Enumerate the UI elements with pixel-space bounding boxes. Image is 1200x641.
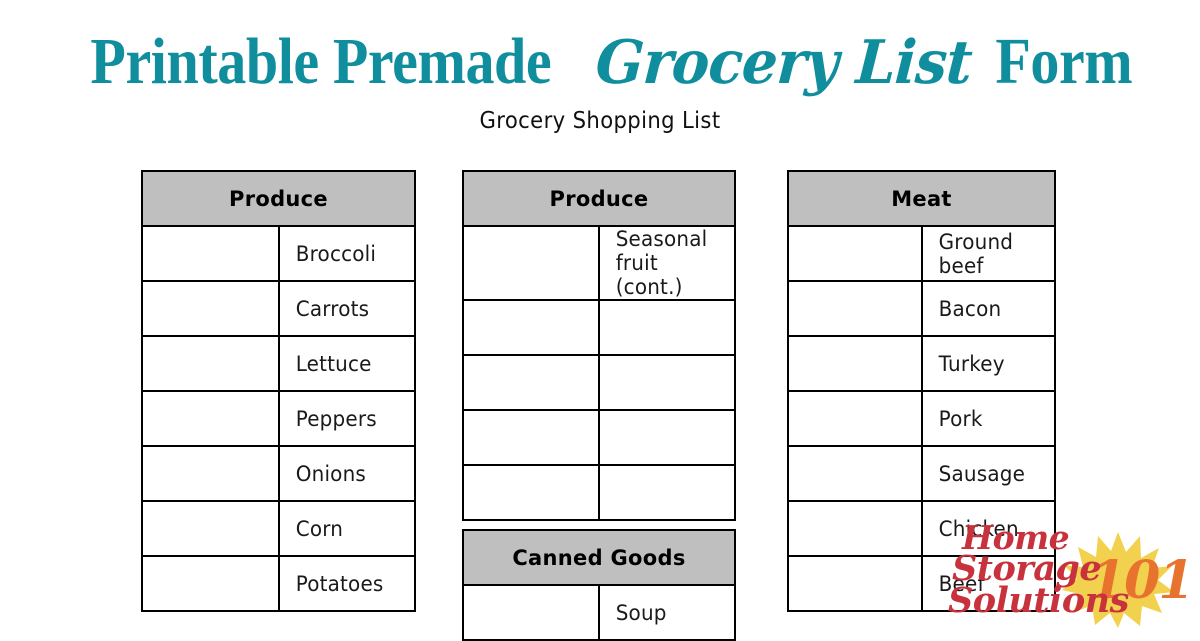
item-name-cell[interactable] [601, 464, 733, 521]
grocery-section-table: Canned Goods Soup [462, 529, 736, 641]
grocery-row: Bacon [787, 280, 1055, 337]
grocery-row: Ground beef [787, 225, 1055, 282]
item-checkbox-cell[interactable] [141, 445, 280, 502]
item-checkbox-cell[interactable] [141, 280, 280, 337]
item-name-cell[interactable] [601, 299, 733, 356]
section-header: Produce [141, 170, 416, 227]
item-name-cell[interactable]: Lettuce [280, 335, 413, 392]
item-checkbox-cell[interactable] [462, 354, 600, 411]
item-checkbox-cell[interactable] [462, 464, 600, 521]
grocery-row: Pork [787, 390, 1055, 447]
item-checkbox-cell[interactable] [787, 555, 923, 612]
page-title-script: Grocery List [594, 28, 975, 99]
page-title: Printable Premade Grocery List Form [0, 25, 1200, 99]
sunburst-icon [1062, 532, 1174, 628]
item-name-cell[interactable]: Corn [280, 500, 413, 557]
grocery-row: Soup [462, 584, 735, 641]
grocery-column-3: Meat Ground beef Bacon Turkey Pork Sausage Chi… [787, 170, 1056, 612]
grocery-row: Onions [141, 445, 415, 502]
item-checkbox-cell[interactable] [462, 584, 600, 641]
item-name-cell[interactable]: Beef [923, 555, 1053, 612]
item-checkbox-cell[interactable] [787, 500, 923, 557]
grocery-row: Seasonal fruit (cont.) [462, 225, 735, 301]
item-name-cell[interactable]: Peppers [280, 390, 413, 447]
item-checkbox-cell[interactable] [462, 299, 600, 356]
section-header: Meat [787, 170, 1056, 227]
grocery-section-table: Meat Ground beef Bacon Turkey Pork Sausage Chi… [787, 170, 1056, 612]
item-name-cell[interactable]: Onions [280, 445, 413, 502]
item-checkbox-cell[interactable] [141, 390, 280, 447]
grocery-column-2: Produce Seasonal fruit (cont.) Canned Good… [462, 170, 736, 641]
item-name-cell[interactable]: Sausage [923, 445, 1053, 502]
item-checkbox-cell[interactable] [141, 225, 280, 282]
grocery-row [462, 464, 735, 521]
page-title-prefix: Printable Premade [90, 25, 551, 99]
grocery-row [462, 354, 735, 411]
grocery-row: Chicken [787, 500, 1055, 557]
item-checkbox-cell[interactable] [141, 500, 280, 557]
item-name-cell[interactable] [601, 409, 733, 466]
item-checkbox-cell[interactable] [787, 445, 923, 502]
item-checkbox-cell[interactable] [141, 335, 280, 392]
item-name-cell[interactable]: Broccoli [280, 225, 413, 282]
grocery-section-table: Produce Broccoli Carrots Lettuce Peppers Onio… [141, 170, 416, 612]
item-name-cell[interactable]: Chicken [923, 500, 1053, 557]
item-name-cell[interactable]: Bacon [923, 280, 1053, 337]
item-checkbox-cell[interactable] [462, 409, 600, 466]
item-name-cell[interactable]: Pork [923, 390, 1053, 447]
item-checkbox-cell[interactable] [462, 225, 600, 301]
grocery-row [462, 299, 735, 356]
grocery-row: Corn [141, 500, 415, 557]
item-name-cell[interactable]: Seasonal fruit (cont.) [601, 225, 733, 301]
grocery-column-1: Produce Broccoli Carrots Lettuce Peppers Onio… [141, 170, 416, 612]
item-name-cell[interactable] [601, 354, 733, 411]
grocery-row: Sausage [787, 445, 1055, 502]
section-header: Produce [462, 170, 736, 227]
section-header: Canned Goods [462, 529, 736, 586]
form-subtitle: Grocery Shopping List [479, 108, 721, 134]
grocery-row: Potatoes [141, 555, 415, 612]
grocery-row: Lettuce [141, 335, 415, 392]
item-checkbox-cell[interactable] [787, 225, 923, 282]
item-name-cell[interactable]: Ground beef [923, 225, 1053, 282]
logo-101-badge: 101 [1090, 550, 1195, 611]
grocery-row: Carrots [141, 280, 415, 337]
grocery-row: Beef [787, 555, 1055, 612]
item-checkbox-cell[interactable] [787, 280, 923, 337]
grocery-row: Turkey [787, 335, 1055, 392]
item-name-cell[interactable]: Turkey [923, 335, 1053, 392]
grocery-row: Broccoli [141, 225, 415, 282]
item-name-cell[interactable]: Soup [601, 584, 733, 641]
item-checkbox-cell[interactable] [787, 390, 923, 447]
grocery-section-table: Produce Seasonal fruit (cont.) [462, 170, 736, 521]
item-checkbox-cell[interactable] [141, 555, 280, 612]
item-checkbox-cell[interactable] [787, 335, 923, 392]
grocery-row [462, 409, 735, 466]
grocery-row: Peppers [141, 390, 415, 447]
page-title-suffix: Form [995, 25, 1133, 99]
item-name-cell[interactable]: Carrots [280, 280, 413, 337]
item-name-cell[interactable]: Potatoes [280, 555, 413, 612]
